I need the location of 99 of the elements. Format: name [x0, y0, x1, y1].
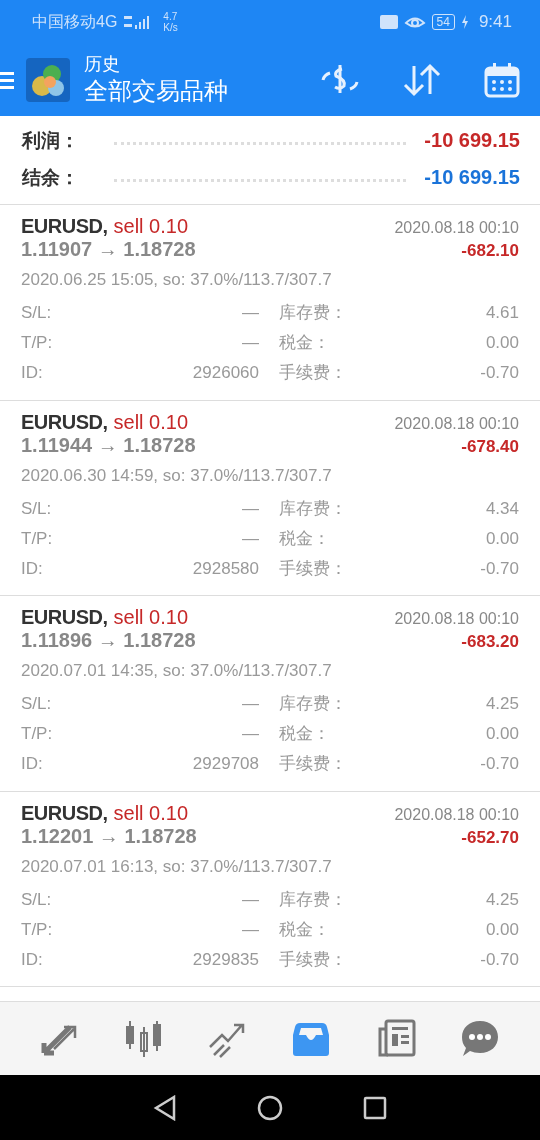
field-value: —: [241, 723, 259, 745]
candlestick-icon[interactable]: [124, 1018, 164, 1059]
charging-icon: [460, 15, 469, 29]
summary-label: 结余：: [22, 165, 80, 190]
field-label: 库存费：: [278, 888, 348, 911]
speed-value: 4.7: [163, 11, 178, 22]
app-logo-icon: [26, 58, 70, 102]
field-label: ID:: [21, 753, 44, 775]
trade-profit: -678.40: [461, 436, 519, 457]
field-value: -0.70: [479, 948, 519, 971]
trade-profit: -682.10: [461, 241, 519, 261]
field-value: 4.34: [484, 497, 519, 520]
trade-profit: -683.20: [461, 632, 519, 652]
trade-profit: -652.70: [461, 827, 519, 848]
trade-symbol: EURUSD,: [21, 215, 108, 237]
field-label: S/L:: [21, 693, 53, 715]
field-value: —: [241, 332, 259, 354]
close-time: 2020.08.18 00:10: [394, 219, 519, 237]
trade-symbol: EURUSD,: [21, 606, 108, 628]
field-label: 手续费：: [278, 753, 348, 775]
field-label: 库存费：: [278, 693, 348, 715]
field-value: 4.61: [484, 302, 519, 324]
field-value: 0.00: [484, 332, 519, 354]
field-value: —: [241, 497, 259, 520]
close-time: 2020.08.18 00:10: [394, 610, 519, 628]
trade-prices: 1.12201 → 1.18728: [21, 824, 197, 848]
field-value: 2929708: [191, 753, 259, 775]
field-value: —: [241, 527, 259, 550]
speed-unit: K/s: [163, 22, 178, 33]
field-value: -0.70: [479, 362, 519, 384]
field-value: 2929835: [191, 948, 259, 971]
summary-value: -10 699.15: [424, 166, 520, 189]
field-label: ID:: [21, 557, 44, 580]
open-info: 2020.07.01 16:13, so: 37.0%/113.7/307.7: [21, 856, 333, 878]
field-label: 税金：: [278, 723, 331, 745]
menu-icon[interactable]: [0, 70, 14, 90]
field-value: -0.70: [479, 557, 519, 580]
trade-prices: 1.11944 → 1.18728: [21, 433, 196, 457]
field-value: 0.00: [484, 723, 519, 745]
open-info: 2020.07.01 14:35, so: 37.0%/113.7/307.7: [21, 661, 333, 682]
signal-icon: [123, 14, 152, 30]
field-value: —: [241, 888, 259, 911]
field-label: T/P:: [21, 332, 54, 354]
field-label: S/L:: [21, 497, 53, 520]
symbol-filter[interactable]: 全部交易品种: [84, 75, 320, 107]
trade-side: sell 0.10: [113, 215, 188, 237]
summary-value: -10 699.15: [424, 129, 520, 152]
close-time: 2020.08.18 00:10: [394, 805, 519, 824]
trade-prices: 1.11896 → 1.18728: [21, 629, 196, 652]
field-label: ID:: [21, 362, 44, 384]
trade-side: sell 0.10: [113, 410, 188, 433]
trade-prices: 1.11907 → 1.18728: [21, 238, 196, 261]
field-value: 4.25: [484, 888, 519, 911]
open-info: 2020.06.30 14:59, so: 37.0%/113.7/307.7: [21, 465, 333, 487]
trade-side: sell 0.10: [113, 801, 188, 824]
field-value: —: [241, 693, 259, 715]
sort-icon[interactable]: [402, 62, 442, 98]
field-value: 0.00: [484, 918, 519, 941]
recents-icon[interactable]: [363, 1095, 387, 1120]
field-label: 税金：: [278, 332, 331, 354]
field-label: S/L:: [21, 888, 53, 911]
trade-card[interactable]: EURUSD, sell 0.10 2020.08.18 00:10 1.11907 → 1.18728 -682.10 2020.06.25 15:05, so: 37.0%/113.7/307.7 S/L: — 库存费： 4.61 T/P: — 税金： 0.00 ID: 2926060 手续费： -0.70: [0, 205, 540, 401]
screen-title: 历史: [84, 53, 121, 75]
field-label: S/L:: [21, 302, 53, 324]
field-label: 税金：: [278, 527, 331, 550]
trade-symbol: EURUSD,: [21, 410, 108, 433]
trade-card[interactable]: EURUSD, sell 0.10 2020.08.18 00:10 1.11944 → 1.18728 -678.40 2020.06.30 14:59, so: 37.0%/113.7/307.7 S/L: — 库存费： 4.34 T/P: — 税金： 0.00 ID: 2928580 手续费： -0.70: [0, 400, 540, 596]
field-value: 4.25: [484, 693, 519, 715]
trade-card[interactable]: EURUSD, sell 0.10 2020.08.18 00:10 1.12201 → 1.18728 -652.70 2020.07.01 16:13, so: 37.0%/113.7/307.7 S/L: — 库存费： 4.25 T/P: — 税金： 0.00 ID: 2929835 手续费： -0.70: [0, 791, 540, 987]
battery-level: 54: [431, 14, 455, 30]
clock-time: 9:41: [478, 12, 512, 32]
field-value: 2926060: [191, 362, 259, 384]
home-icon[interactable]: [257, 1094, 283, 1121]
field-label: 手续费：: [278, 948, 348, 971]
field-label: 库存费：: [278, 497, 348, 520]
trade-symbol: EURUSD,: [21, 801, 108, 824]
field-label: 手续费：: [278, 362, 348, 384]
field-label: T/P:: [21, 527, 54, 550]
field-label: 手续费：: [278, 557, 348, 580]
field-label: 库存费：: [278, 302, 348, 324]
field-label: 税金：: [278, 918, 331, 941]
open-info: 2020.06.25 15:05, so: 37.0%/113.7/307.7: [21, 270, 333, 291]
field-value: —: [241, 302, 259, 324]
field-value: —: [241, 918, 259, 941]
field-label: ID:: [21, 948, 44, 971]
field-value: -0.70: [479, 753, 519, 775]
carrier-name: 中国移动4G: [32, 11, 118, 32]
chat-bubble-icon[interactable]: [460, 1018, 500, 1059]
newspaper-icon[interactable]: [376, 1018, 416, 1059]
close-time: 2020.08.18 00:10: [394, 414, 519, 433]
calendar-icon[interactable]: [484, 62, 520, 98]
trade-card[interactable]: EURUSD, sell 0.10 2020.08.18 00:10 1.11896 → 1.18728 -683.20 2020.07.01 14:35, so: 37.0%/113.7/307.7 S/L: — 库存费： 4.25 T/P: — 税金： 0.00 ID: 2929708 手续费： -0.70: [0, 596, 540, 792]
field-label: T/P:: [21, 918, 54, 941]
field-label: T/P:: [21, 723, 54, 745]
field-value: 0.00: [484, 527, 519, 550]
back-icon[interactable]: [153, 1094, 177, 1121]
summary-label: 利润：: [22, 128, 80, 153]
trade-side: sell 0.10: [113, 606, 188, 628]
field-value: 2928580: [191, 557, 259, 580]
